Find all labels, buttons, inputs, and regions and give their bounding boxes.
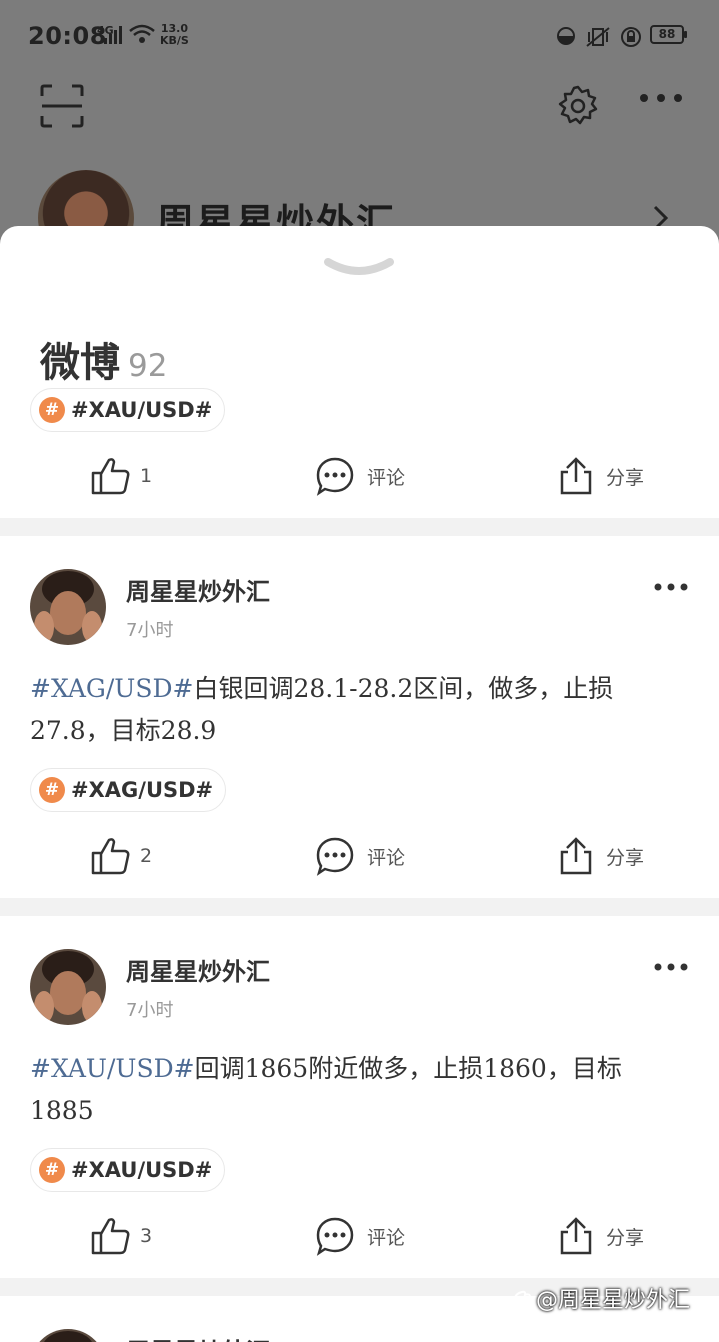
action-bar: 3 评论 分享 xyxy=(0,1212,719,1260)
action-bar: 2 评论 分享 xyxy=(0,832,719,880)
battery-indicator: 88 xyxy=(650,25,687,44)
hash-icon: # xyxy=(39,1157,65,1183)
chevron-down-icon[interactable] xyxy=(324,256,394,280)
vibrate-icon xyxy=(586,27,610,47)
comment-icon xyxy=(316,1217,354,1256)
post-text: #XAG/USD#白银回调28.1-28.2区间，做多，止损27.8，目标28.… xyxy=(30,668,680,752)
scan-icon[interactable] xyxy=(40,84,84,128)
thumb-up-icon xyxy=(91,458,130,495)
more-icon[interactable] xyxy=(654,582,688,592)
network-speed: 13.0 KB/S xyxy=(160,23,189,47)
topic-chip[interactable]: # #XAG/USD# xyxy=(30,768,227,812)
wifi-icon xyxy=(129,24,155,43)
post-text: #XAU/USD#回调1865附近做多，止损1860，目标1885 xyxy=(30,1048,680,1132)
watermark: @周星星炒外汇 xyxy=(512,1282,690,1314)
divider xyxy=(0,518,719,536)
avatar-image xyxy=(30,569,106,645)
data-saver-icon xyxy=(557,27,575,45)
watermark-text: @周星星炒外汇 xyxy=(536,1288,691,1313)
thumb-up-icon xyxy=(91,1218,130,1255)
more-icon[interactable] xyxy=(654,962,688,972)
weibo-logo-icon xyxy=(513,1290,533,1308)
comment-label: 评论 xyxy=(367,1226,406,1249)
comment-label: 评论 xyxy=(367,466,406,489)
thumb-up-icon xyxy=(91,838,130,875)
weibo-sheet: 微博 92 # #XAU/USD# 1 评论 分享 周星星炒外汇 7小时 #XA… xyxy=(0,226,719,1342)
share-button[interactable]: 分享 xyxy=(558,832,644,880)
like-button[interactable]: 3 xyxy=(90,1212,152,1260)
lock-rotation-icon xyxy=(621,27,641,47)
sheet-title: 微博 xyxy=(40,340,120,386)
share-label: 分享 xyxy=(606,846,645,869)
post-author[interactable]: 周星星炒外汇 xyxy=(126,952,270,987)
post-author[interactable]: 周星星炒外汇 xyxy=(126,572,270,607)
comment-icon xyxy=(316,457,354,496)
like-button[interactable]: 1 xyxy=(90,452,152,500)
like-count: 2 xyxy=(140,845,153,867)
avatar-image xyxy=(30,1329,106,1342)
profile-background: 20:08 4G 13.0 KB/S 88 周星星炒外汇 xyxy=(0,0,719,266)
post-author[interactable]: 周星星炒外汇 xyxy=(126,1332,270,1342)
share-icon xyxy=(560,457,592,495)
avatar[interactable] xyxy=(30,1329,106,1342)
avatar[interactable] xyxy=(30,569,106,645)
like-count: 1 xyxy=(140,465,153,487)
hash-icon: # xyxy=(39,397,65,423)
comment-label: 评论 xyxy=(367,846,406,869)
share-label: 分享 xyxy=(606,466,645,489)
speed-unit: KB/S xyxy=(160,34,189,47)
comment-button[interactable]: 评论 xyxy=(315,452,405,500)
action-bar: 1 评论 分享 xyxy=(0,452,719,500)
like-count: 3 xyxy=(140,1225,153,1247)
comment-button[interactable]: 评论 xyxy=(315,1212,405,1260)
post-hashtag[interactable]: #XAG/USD# xyxy=(30,674,194,703)
share-icon xyxy=(560,837,592,875)
gear-icon[interactable] xyxy=(556,84,600,128)
comment-button[interactable]: 评论 xyxy=(315,832,405,880)
post-hashtag[interactable]: #XAU/USD# xyxy=(30,1054,195,1083)
like-button[interactable]: 2 xyxy=(90,832,152,880)
post-time: 7小时 xyxy=(126,1000,174,1021)
topic-chip[interactable]: # #XAU/USD# xyxy=(30,1148,226,1192)
avatar-image xyxy=(30,949,106,1025)
share-button[interactable]: 分享 xyxy=(558,1212,644,1260)
divider xyxy=(0,898,719,916)
topic-label: #XAU/USD# xyxy=(71,1158,213,1182)
post-time: 7小时 xyxy=(126,620,174,641)
topic-label: #XAU/USD# xyxy=(71,398,213,422)
weibo-post: 周星星炒外汇 7小时 #XAU/USD#回调1865附近做多，止损1860，目标… xyxy=(0,916,719,1278)
avatar[interactable] xyxy=(30,949,106,1025)
share-button[interactable]: 分享 xyxy=(558,452,644,500)
hash-icon: # xyxy=(39,777,65,803)
sheet-header: 微博 92 xyxy=(40,330,167,386)
share-label: 分享 xyxy=(606,1226,645,1249)
status-time: 20:08 xyxy=(28,22,107,50)
status-bar: 20:08 4G 13.0 KB/S 88 xyxy=(0,0,719,72)
weibo-post: 周星星炒外汇 7小时 #XAG/USD#白银回调28.1-28.2区间，做多，止… xyxy=(0,536,719,898)
weibo-count: 92 xyxy=(128,348,168,384)
share-icon xyxy=(560,1217,592,1255)
more-icon[interactable] xyxy=(638,92,684,104)
topic-chip[interactable]: # #XAU/USD# xyxy=(30,388,226,432)
comment-icon xyxy=(316,837,354,876)
signal-icon xyxy=(104,26,122,44)
topic-label: #XAG/USD# xyxy=(71,778,214,802)
